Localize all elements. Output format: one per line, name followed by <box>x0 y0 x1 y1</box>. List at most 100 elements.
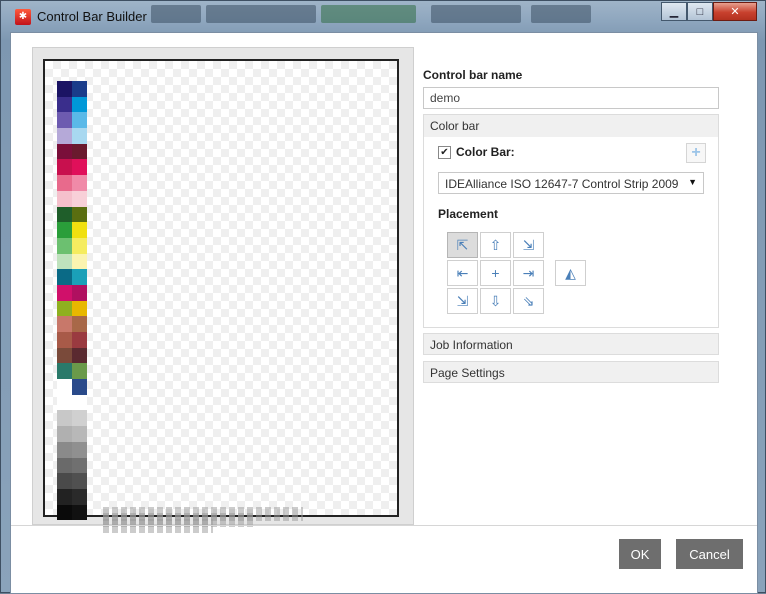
dialog-body: Control bar name Color bar ✔ Color Bar: … <box>10 32 758 594</box>
strip-swatch-row <box>57 504 87 521</box>
strip-swatch <box>57 96 72 113</box>
mirror-icon[interactable]: ◭ <box>555 260 586 286</box>
footer-divider <box>11 525 757 526</box>
minimize-icon[interactable]: ▁ <box>661 2 687 21</box>
strip-swatch <box>72 394 87 411</box>
strip-swatch <box>57 504 72 521</box>
background-blur <box>151 5 201 23</box>
strip-swatch-row <box>57 175 87 191</box>
strip-swatch <box>57 175 72 191</box>
placement-bottom-center-icon[interactable]: ⇩ <box>480 288 511 314</box>
background-blur <box>206 5 316 23</box>
strip-swatch <box>72 410 87 427</box>
strip-swatch <box>57 237 72 254</box>
strip-swatch <box>72 457 87 474</box>
strip-swatch <box>57 363 72 380</box>
strip-swatch-row <box>57 457 87 474</box>
strip-swatch <box>72 300 87 317</box>
strip-swatch-row <box>57 284 87 301</box>
window-controls: ▁ □ ✕ <box>661 2 757 22</box>
page-settings-header: Page Settings <box>430 366 505 380</box>
page-settings-section[interactable]: Page Settings <box>423 361 719 383</box>
placement-center-icon[interactable]: + <box>480 260 511 286</box>
strip-swatch <box>72 128 87 144</box>
strip-swatch-row <box>57 143 87 160</box>
strip-swatch-row <box>57 253 87 270</box>
control-strip-select[interactable]: IDEAlliance ISO 12647-7 Control Strip 20… <box>438 172 704 194</box>
strip-swatch <box>57 206 72 223</box>
strip-swatch-row <box>57 112 87 129</box>
strip-swatch-row <box>57 394 87 411</box>
color-bar-checkbox[interactable]: ✔ <box>438 145 451 159</box>
strip-swatch-row <box>57 316 87 332</box>
plus-icon[interactable]: + <box>686 143 706 163</box>
close-icon[interactable]: ✕ <box>713 2 757 21</box>
strip-swatch-row <box>57 426 87 442</box>
strip-swatch <box>57 441 72 458</box>
placement-middle-right-icon[interactable]: ⇥ <box>513 260 544 286</box>
strip-swatch-row <box>57 96 87 113</box>
strip-swatch <box>57 300 72 317</box>
strip-swatch <box>72 363 87 380</box>
strip-swatch <box>57 316 72 332</box>
color-bar-checkbox-label: Color Bar: <box>456 145 515 159</box>
placement-top-left-icon[interactable]: ⇱ <box>447 232 478 258</box>
strip-swatch <box>57 347 72 364</box>
color-bar-section-header[interactable]: Color bar <box>424 115 718 137</box>
strip-swatch <box>57 269 72 285</box>
placement-label: Placement <box>438 207 499 221</box>
strip-swatch <box>57 332 72 348</box>
strip-swatch-row <box>57 488 87 505</box>
strip-swatch-row <box>57 300 87 317</box>
strip-swatch <box>72 253 87 270</box>
placement-grid: ⇱ ⇧ ⇲ ⇤ + ⇥ ⇲ ⇩ ⇘ ◭ <box>447 232 586 332</box>
color-bar-section-body: ✔ Color Bar: + IDEAlliance ISO 12647-7 C… <box>424 137 718 327</box>
strip-swatch-row <box>57 159 87 176</box>
strip-swatch <box>72 488 87 505</box>
job-information-section[interactable]: Job Information <box>423 333 719 355</box>
placement-middle-left-icon[interactable]: ⇤ <box>447 260 478 286</box>
strip-swatch-row <box>57 441 87 458</box>
strip-swatch <box>72 96 87 113</box>
strip-swatch <box>57 488 72 505</box>
strip-swatch <box>72 269 87 285</box>
strip-swatch <box>57 457 72 474</box>
strip-swatch-row <box>57 222 87 238</box>
strip-swatch <box>72 190 87 207</box>
control-strip-preview <box>57 81 87 521</box>
placement-top-right-icon[interactable]: ⇲ <box>513 232 544 258</box>
maximize-icon[interactable]: □ <box>687 2 713 21</box>
strip-swatch <box>57 284 72 301</box>
strip-swatch <box>57 81 72 97</box>
strip-swatch <box>57 394 72 411</box>
control-bar-name-input[interactable] <box>423 87 719 109</box>
placement-bottom-left-icon[interactable]: ⇲ <box>447 288 478 314</box>
ok-button[interactable]: OK <box>619 539 661 569</box>
window-title: Control Bar Builder <box>37 9 147 24</box>
strip-swatch <box>57 159 72 176</box>
placement-top-center-icon[interactable]: ⇧ <box>480 232 511 258</box>
strip-swatch <box>72 159 87 176</box>
preview-panel <box>32 47 414 533</box>
strip-swatch-row <box>57 379 87 395</box>
strip-swatch-row <box>57 237 87 254</box>
job-information-header: Job Information <box>430 338 513 352</box>
title-bar[interactable]: ✱ Control Bar Builder ▁ □ ✕ <box>1 1 765 31</box>
placement-bottom-right-icon[interactable]: ⇘ <box>513 288 544 314</box>
strip-swatch <box>72 473 87 489</box>
background-blur <box>321 5 416 23</box>
strip-swatch-row <box>57 128 87 144</box>
strip-swatch <box>72 175 87 191</box>
color-bar-checkbox-row: ✔ Color Bar: <box>438 145 515 159</box>
strip-swatch <box>57 143 72 160</box>
strip-swatch-row <box>57 473 87 489</box>
color-bar-section: Color bar ✔ Color Bar: + IDEAlliance ISO… <box>423 114 719 328</box>
strip-swatch-row <box>57 190 87 207</box>
strip-swatch <box>72 347 87 364</box>
cancel-button[interactable]: Cancel <box>676 539 743 569</box>
background-blur <box>531 5 591 23</box>
strip-swatch <box>57 253 72 270</box>
strip-swatch <box>57 222 72 238</box>
strip-swatch <box>57 410 72 427</box>
control-strip-select-value: IDEAlliance ISO 12647-7 Control Strip 20… <box>445 177 679 191</box>
